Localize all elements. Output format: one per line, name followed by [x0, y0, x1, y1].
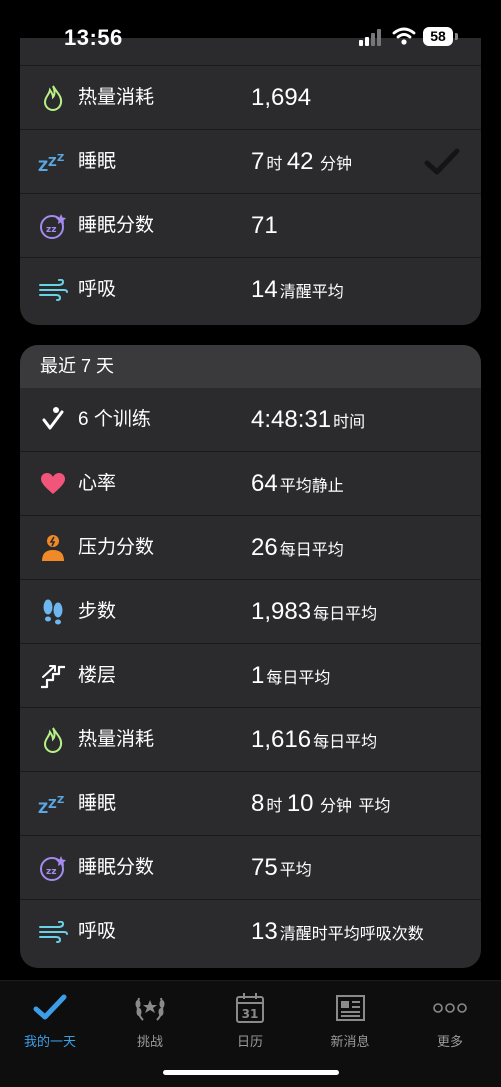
last-7-days-card: 最近 7 天 6 个训练 4:48:31 时间 心率 64 平均静止 压力分数 26…: [20, 345, 481, 968]
tab-challenges[interactable]: 挑战: [100, 991, 200, 1050]
row-value: 64 平均静止: [251, 470, 344, 497]
last7-row-heart-rate[interactable]: 心率 64 平均静止: [20, 452, 481, 516]
tab-calendar[interactable]: 31 日历: [200, 991, 300, 1050]
tab-label: 日历: [236, 1034, 263, 1049]
checkmark-icon: [0, 991, 100, 1025]
row-value: 1,616 每日平均: [251, 726, 378, 753]
row-label: 热量消耗: [78, 729, 155, 750]
tab-label: 挑战: [136, 1034, 163, 1049]
tab-label: 更多: [436, 1034, 463, 1049]
svg-text:Z: Z: [38, 801, 48, 815]
row-value: 26 每日平均: [251, 534, 344, 561]
card-header: 最近 7 天: [20, 345, 481, 388]
sleep-zzz-icon: ZZZ: [38, 147, 68, 177]
tab-my-day[interactable]: 我的一天: [0, 991, 100, 1050]
tab-more[interactable]: 更多: [400, 991, 500, 1050]
tab-label: 我的一天: [23, 1034, 76, 1049]
flame-icon: [38, 725, 68, 755]
svg-text:Z: Z: [57, 795, 64, 806]
row-value: 75 平均: [251, 854, 312, 881]
stairs-icon: [38, 661, 68, 691]
workout-checkmark-icon: [38, 405, 68, 435]
today-summary-card: 热量消耗 1,694 ZZZ 睡眠 7时 42 分钟 zz 睡眠分数 71 呼吸…: [20, 38, 481, 325]
today-row-calories[interactable]: 热量消耗 1,694: [20, 66, 481, 130]
row-label: 睡眠: [78, 793, 117, 814]
svg-text:Z: Z: [48, 155, 57, 169]
svg-text:zz: zz: [46, 867, 56, 877]
svg-text:Z: Z: [38, 159, 48, 173]
row-label: 楼层: [78, 665, 117, 686]
sleep-score-icon: zz: [38, 853, 68, 883]
row-value: 13 清醒时平均呼吸次数: [251, 918, 424, 945]
row-label: 压力分数: [78, 537, 155, 558]
today-row-respiration[interactable]: 呼吸 14 清醒平均: [20, 258, 481, 321]
tab-label: 新消息: [330, 1034, 370, 1049]
last7-row-sleep-score[interactable]: zz 睡眠分数 75 平均: [20, 836, 481, 900]
last7-row-steps[interactable]: 步数 1,983 每日平均: [20, 580, 481, 644]
more-icon: [400, 991, 500, 1025]
row-value: 71: [251, 212, 278, 239]
stress-person-icon: [38, 533, 68, 563]
home-indicator: [163, 1070, 339, 1075]
row-value: 7时 42 分钟: [251, 148, 352, 175]
flame-icon: [38, 83, 68, 113]
svg-text:31: 31: [242, 1007, 259, 1021]
today-row-sleep-score[interactable]: zz 睡眠分数 71: [20, 194, 481, 258]
row-value: 1,694: [251, 84, 312, 111]
row-label: 6 个训练: [78, 409, 151, 430]
last7-row-stress[interactable]: 压力分数 26 每日平均: [20, 516, 481, 580]
respiration-wind-icon: [38, 917, 68, 947]
last7-row-calories[interactable]: 热量消耗 1,616 每日平均: [20, 708, 481, 772]
row-label: 呼吸: [78, 921, 117, 942]
calendar-icon: 31: [200, 991, 300, 1025]
row-value: 1 每日平均: [251, 662, 331, 689]
svg-text:Z: Z: [48, 797, 57, 811]
last7-row-sleep[interactable]: ZZZ 睡眠 8时 10 分钟 平均: [20, 772, 481, 836]
sleep-score-icon: zz: [38, 211, 68, 241]
newspaper-icon: [300, 991, 400, 1025]
sleep-zzz-icon: ZZZ: [38, 789, 68, 819]
footsteps-icon: [38, 597, 68, 627]
last7-row-workouts[interactable]: 6 个训练 4:48:31 时间: [20, 388, 481, 452]
row-value: 8时 10 分钟 平均: [251, 790, 391, 817]
cellular-signal-icon: [359, 28, 385, 46]
row-label: 睡眠分数: [78, 215, 155, 236]
wifi-icon: [392, 27, 416, 45]
status-time: 13:56: [64, 25, 123, 50]
laurel-icon: [100, 991, 200, 1025]
checkmark-icon: [424, 148, 460, 175]
row-label: 睡眠: [78, 151, 117, 172]
row-label: 睡眠分数: [78, 857, 155, 878]
tab-news[interactable]: 新消息: [300, 991, 400, 1050]
row-label: 热量消耗: [78, 87, 155, 108]
last7-row-floors[interactable]: 楼层 1 每日平均: [20, 644, 481, 708]
row-label: 呼吸: [78, 279, 117, 300]
today-row-sleep[interactable]: ZZZ 睡眠 7时 42 分钟: [20, 130, 481, 194]
row-label: 心率: [78, 473, 117, 494]
row-value: 14 清醒平均: [251, 276, 344, 303]
row-value: 4:48:31 时间: [251, 406, 366, 433]
battery-indicator: 58: [423, 27, 453, 46]
row-label: 步数: [78, 601, 117, 622]
svg-text:Z: Z: [57, 153, 64, 164]
battery-cap: [455, 33, 458, 40]
last7-row-respiration[interactable]: 呼吸 13 清醒时平均呼吸次数: [20, 900, 481, 963]
heart-icon: [38, 469, 68, 499]
svg-text:zz: zz: [46, 225, 56, 235]
status-bar: 13:56 58: [0, 0, 501, 56]
row-value: 1,983 每日平均: [251, 598, 378, 625]
respiration-wind-icon: [38, 275, 68, 305]
